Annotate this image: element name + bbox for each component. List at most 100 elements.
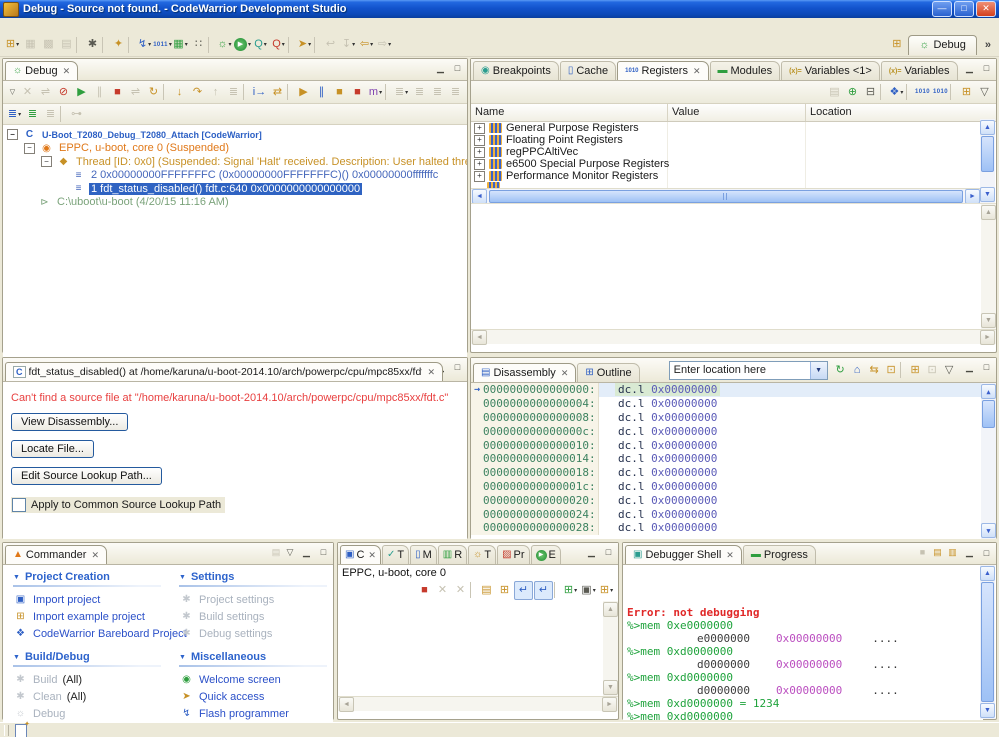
close-tab-icon[interactable] — [63, 66, 71, 77]
maximize-view-icon[interactable]: □ — [316, 545, 331, 559]
flash-programmer[interactable]: ↯Flash programmer — [179, 705, 327, 722]
breakpoints-tab[interactable]: ◉Breakpoints — [473, 61, 559, 80]
search-icon[interactable]: ➤▾ — [296, 36, 313, 53]
expand-icon[interactable] — [474, 123, 485, 134]
show-on-output-icon[interactable]: ↵▾ — [534, 581, 553, 600]
profile-launch-icon[interactable]: Q▾ — [252, 36, 269, 53]
maximize-view-icon[interactable]: □ — [979, 61, 994, 75]
scroll-left-icon[interactable]: ◄ — [339, 697, 354, 712]
dropdown-arrow-icon[interactable]: ▾ — [593, 587, 596, 594]
debug-view-mode-icon[interactable]: ≣▾ — [6, 106, 23, 123]
sync-cursor-icon[interactable]: ⇆▾ — [866, 362, 883, 379]
register-group-row[interactable]: Floating Point Registers — [471, 134, 981, 146]
launch-config-node[interactable]: C U-Boot_T2080_Debug_T2080_Attach [CodeW… — [3, 128, 467, 142]
new-disassembly-view-icon[interactable]: ⊞▾ — [907, 362, 924, 379]
maximize-view-icon[interactable]: □ — [601, 545, 616, 559]
toolbar-icon[interactable]: ▾ — [128, 37, 135, 53]
expand-icon[interactable] — [474, 171, 485, 182]
project-settings[interactable]: ✱Project settings — [179, 591, 327, 608]
hardware-diagnostics-icon[interactable]: ▦▾ — [172, 36, 189, 53]
show-running-threads-icon[interactable]: ≣▾ — [411, 84, 428, 101]
maximize-view-icon[interactable]: □ — [979, 360, 994, 374]
disassembly-line[interactable]: 000000000000000c: dc.l 0x00000000 — [471, 424, 996, 438]
collapse-expander-icon[interactable] — [7, 129, 18, 140]
dropdown-arrow-icon[interactable]: ▾ — [610, 587, 613, 594]
add-register-group-icon[interactable]: ⊕▾ — [844, 84, 861, 101]
debug-toolbar-icon[interactable]: ▾ — [385, 84, 392, 100]
minimize-view-icon[interactable]: ▁ — [962, 360, 977, 374]
close-tab-icon[interactable] — [91, 550, 99, 561]
remove-all-launches-icon[interactable]: ✕▾ — [452, 582, 469, 599]
remove-all-terminated-icon[interactable]: ✕▾ — [19, 84, 36, 101]
maximize-view-icon[interactable]: □ — [450, 360, 465, 374]
modules-tab[interactable]: ▬Modules — [710, 61, 781, 80]
view-menu-icon[interactable]: ▽ — [7, 85, 18, 99]
codewarrior-bareboard-project[interactable]: ❖CodeWarrior Bareboard Project — [13, 625, 161, 642]
project-node[interactable]: ⊳ C:\uboot\u-boot (4/20/15 11:16 AM) — [3, 196, 467, 210]
stack-frame-node[interactable]: ≡ 2 0x00000000FFFFFFFC (0x00000000FFFFFF… — [3, 169, 467, 183]
remove-launch-icon[interactable]: ✕▾ — [434, 582, 451, 599]
export-log-icon[interactable]: ▥▾ — [945, 545, 960, 560]
register-group-row[interactable]: regPPCAltiVec — [471, 146, 981, 158]
location-combo[interactable]: Enter location here — [669, 361, 828, 380]
forward-icon[interactable]: ⇨▾ — [376, 36, 393, 53]
source-editor-tab[interactable]: Cfdt_status_disabled() at /home/karuna/u… — [5, 362, 443, 381]
build-icon[interactable]: ✱▾ — [84, 36, 101, 53]
disassembly-line[interactable]: 0000000000000024: dc.l 0x00000000 — [471, 507, 996, 521]
refresh-icon[interactable]: ↻▾ — [832, 362, 849, 379]
commander-tab[interactable]: ▲Commander — [5, 545, 107, 564]
process-node[interactable]: ◉ EPPC, u-boot, core 0 (Suspended) — [3, 142, 467, 156]
dropdown-arrow-icon[interactable]: ▾ — [379, 89, 382, 96]
toolbar-icon[interactable]: ▾ — [314, 37, 321, 53]
scroll-up-icon[interactable]: ▲ — [981, 205, 996, 220]
target-tasks-tab[interactable]: ☼T — [468, 545, 496, 564]
debug-settings[interactable]: ✱Debug settings — [179, 625, 327, 642]
registers-toolbar-icon[interactable]: ▾ — [906, 84, 913, 100]
detail-hscrollbar[interactable]: ◄ ► — [471, 329, 996, 344]
dropdown-arrow-icon[interactable]: ▾ — [405, 89, 408, 96]
close-tab-icon[interactable] — [427, 367, 435, 378]
disassembly-line[interactable]: 0000000000000014: dc.l 0x00000000 — [471, 452, 996, 466]
disassembly-line[interactable]: 0000000000000004: dc.l 0x00000000 — [471, 397, 996, 411]
view-layout-icon[interactable]: ≣▾ — [393, 84, 410, 101]
target-tasks-icon[interactable]: ∷▾ — [190, 36, 207, 53]
section-header[interactable]: Build/Debug — [13, 651, 161, 663]
multicore-restart-icon[interactable]: ■▾ — [349, 84, 366, 101]
debug-toolbar-icon[interactable]: ▾ — [287, 84, 294, 100]
dropdown-arrow-icon[interactable]: ▾ — [282, 41, 285, 48]
view-disassembly-button[interactable]: View Disassembly... — [11, 413, 128, 431]
view-menu-icon[interactable]: ▽▾ — [976, 84, 993, 101]
collapse-triangle-icon[interactable] — [179, 654, 186, 661]
registers-vscrollbar[interactable]: ▲ ▼ — [980, 119, 995, 203]
console-hscrollbar[interactable]: ◄ ► — [338, 696, 618, 711]
show-hex-icon[interactable]: 1010▾ — [914, 84, 931, 101]
step-return-icon[interactable]: ↑▾ — [207, 84, 224, 101]
registers-tab[interactable]: 1010Registers — [617, 61, 708, 80]
connect-icon[interactable]: ⇌▾ — [37, 84, 54, 101]
run-launch-icon[interactable]: ▶▾ — [234, 36, 251, 53]
debug-toolbar-icon[interactable]: ▾ — [60, 106, 67, 122]
problems-tab[interactable]: ▨Pr — [497, 545, 529, 564]
cache-tab[interactable]: ▯Cache — [560, 61, 616, 80]
minimize-view-icon[interactable]: ▁ — [584, 545, 599, 559]
multicore-terminate-icon[interactable]: ■▾ — [331, 84, 348, 101]
build-all[interactable]: ✱Build(All) — [13, 671, 161, 688]
dropdown-arrow-icon[interactable]: ▾ — [18, 111, 21, 118]
collapse-expander-icon[interactable] — [24, 143, 35, 154]
dropdown-arrow-icon[interactable]: ▾ — [388, 41, 391, 48]
open-perspective-icon[interactable]: ⊞ — [888, 36, 905, 53]
scroll-down-icon[interactable]: ▼ — [981, 313, 996, 328]
disassembly-line[interactable]: 0000000000000010: dc.l 0x00000000 — [471, 438, 996, 452]
debug-perspective-button[interactable]: ☼ Debug — [908, 35, 977, 55]
multicore-suspend-icon[interactable]: ∥▾ — [313, 84, 330, 101]
dropdown-arrow-icon[interactable]: ▾ — [185, 41, 188, 48]
collapse-triangle-icon[interactable] — [13, 574, 20, 581]
expand-icon[interactable] — [474, 147, 485, 158]
register-group-row[interactable]: General Purpose Registers — [471, 122, 981, 134]
new-registers-view-icon[interactable]: ⊞▾ — [958, 84, 975, 101]
view-menu-icon[interactable]: ▽▾ — [941, 362, 958, 379]
terminate-icon[interactable]: ■▾ — [915, 545, 930, 560]
collapse-expander-icon[interactable] — [41, 156, 52, 167]
home-icon[interactable]: ⌂▾ — [849, 362, 866, 379]
console-toolbar-icon[interactable]: ▾ — [554, 582, 561, 598]
